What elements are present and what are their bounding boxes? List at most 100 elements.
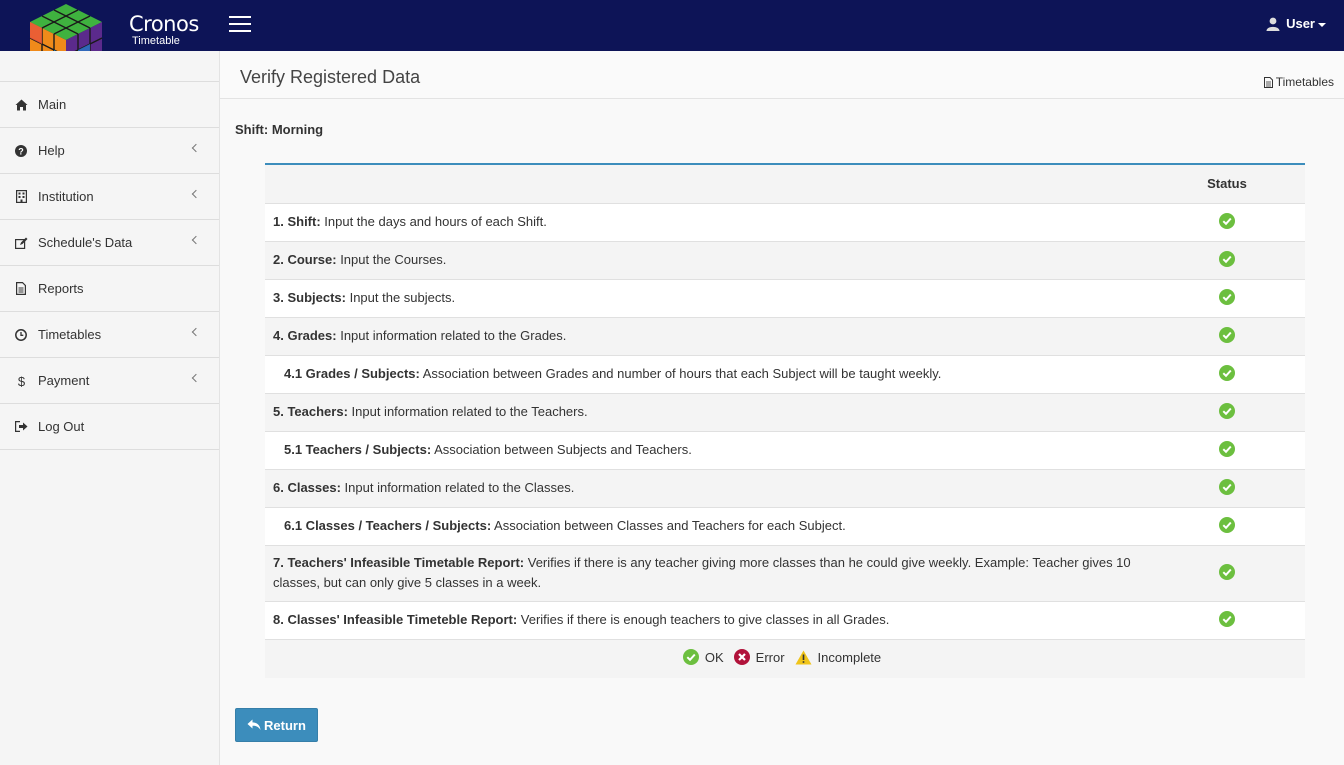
- row-title: 3. Subjects:: [273, 290, 346, 305]
- table-row: 4.1 Grades / Subjects: Association betwe…: [265, 354, 1305, 393]
- table-row: 5.1 Teachers / Subjects: Association bet…: [265, 430, 1305, 469]
- row-description: 4. Grades: Input information related to …: [265, 316, 1149, 355]
- question-circle-icon: ?: [14, 144, 28, 158]
- row-text: Input the days and hours of each Shift.: [320, 214, 547, 229]
- row-description: 3. Subjects: Input the subjects.: [265, 278, 1149, 317]
- brand-subtitle: Timetable: [132, 35, 180, 47]
- row-description: 1. Shift: Input the days and hours of ea…: [265, 202, 1149, 241]
- check-circle-icon: [1219, 516, 1235, 533]
- table-row: 6. Classes: Input information related to…: [265, 468, 1305, 507]
- row-status: [1149, 278, 1305, 317]
- row-text: Input the subjects.: [345, 290, 456, 305]
- timetables-link[interactable]: Timetables: [1263, 75, 1334, 89]
- row-description: 5.1 Teachers / Subjects: Association bet…: [265, 430, 1149, 469]
- clock-icon: [14, 328, 28, 342]
- sidebar-item-help[interactable]: ? Help: [0, 128, 219, 174]
- row-description: 2. Course: Input the Courses.: [265, 240, 1149, 279]
- timetables-link-label: Timetables: [1275, 75, 1334, 89]
- row-description: 7. Teachers' Infeasible Timetable Report…: [265, 544, 1149, 601]
- legend-error: Error: [733, 649, 785, 666]
- table-row: 8. Classes' Infeasible Timeteble Report:…: [265, 600, 1305, 639]
- check-circle-icon: [682, 649, 699, 666]
- row-status: [1149, 430, 1305, 469]
- check-circle-icon: [1219, 478, 1235, 495]
- row-title: 6.1 Classes / Teachers / Subjects:: [284, 518, 492, 533]
- row-text: Association between Grades and number of…: [419, 366, 942, 381]
- chevron-left-icon: [191, 327, 201, 337]
- legend-ok: OK: [682, 649, 724, 666]
- sidebar-item-label: Main: [38, 97, 67, 112]
- verification-panel: Status 1. Shift: Input the days and hour…: [265, 163, 1305, 678]
- row-description: 5. Teachers: Input information related t…: [265, 392, 1149, 431]
- shift-label: Shift: Morning: [235, 122, 324, 137]
- svg-text:$: $: [17, 374, 25, 388]
- sidebar-item-label: Help: [38, 143, 65, 158]
- dollar-icon: $: [14, 374, 28, 388]
- check-circle-icon: [1219, 563, 1235, 580]
- check-circle-icon: [1219, 250, 1235, 267]
- check-circle-icon: [1219, 364, 1235, 381]
- reply-icon: [247, 719, 261, 730]
- error-circle-icon: [733, 649, 750, 666]
- sidebar-item-label: Schedule's Data: [38, 235, 133, 250]
- sidebar-item-log-out[interactable]: Log Out: [0, 404, 219, 450]
- chevron-left-icon: [191, 373, 201, 383]
- check-circle-icon: [1219, 402, 1235, 419]
- sidebar: Main ? Help Institution Schedule's Data …: [0, 51, 220, 765]
- brand-name: Cronos: [129, 12, 199, 36]
- sidebar-item-label: Payment: [38, 373, 90, 388]
- row-description: 8. Classes' Infeasible Timeteble Report:…: [265, 600, 1149, 639]
- sidebar-item-label: Timetables: [38, 327, 102, 342]
- row-text: Verifies if there is enough teachers to …: [517, 612, 890, 627]
- warning-icon: [795, 650, 812, 665]
- status-column-header: Status: [1149, 165, 1305, 203]
- user-menu-label: User: [1286, 16, 1315, 31]
- page-title: Verify Registered Data: [240, 67, 421, 87]
- user-menu[interactable]: User: [1266, 16, 1326, 31]
- row-description: 6.1 Classes / Teachers / Subjects: Assoc…: [265, 506, 1149, 545]
- sidebar-item-institution[interactable]: Institution: [0, 174, 219, 220]
- row-text: Association between Classes and Teachers…: [491, 518, 846, 533]
- row-status: [1149, 316, 1305, 355]
- home-icon: [14, 98, 28, 112]
- sidebar-item-label: Institution: [38, 189, 94, 204]
- caret-down-icon: [1318, 22, 1326, 27]
- row-text: Input the Courses.: [336, 252, 447, 267]
- row-description: 4.1 Grades / Subjects: Association betwe…: [265, 354, 1149, 393]
- table-row: 3. Subjects: Input the subjects.: [265, 278, 1305, 317]
- row-status: [1149, 506, 1305, 545]
- sidebar-item-payment[interactable]: $ Payment: [0, 358, 219, 404]
- sidebar-item-timetables[interactable]: Timetables: [0, 312, 219, 358]
- row-title: 1. Shift:: [273, 214, 321, 229]
- sidebar-item-main[interactable]: Main: [0, 82, 219, 128]
- row-status: [1149, 468, 1305, 507]
- sidebar-item-label: Reports: [38, 281, 84, 296]
- sidebar-item-reports[interactable]: Reports: [0, 266, 219, 312]
- description-column-header: [265, 165, 1149, 203]
- row-status: [1149, 392, 1305, 431]
- check-circle-icon: [1219, 440, 1235, 457]
- chevron-left-icon: [191, 235, 201, 245]
- row-status: [1149, 202, 1305, 241]
- legend-ok-label: OK: [704, 649, 724, 665]
- check-circle-icon: [1219, 610, 1235, 627]
- return-button[interactable]: Return: [235, 708, 318, 742]
- page-header: Verify Registered Data Timetables: [220, 51, 1344, 99]
- svg-text:?: ?: [18, 146, 24, 156]
- building-icon: [14, 190, 28, 204]
- legend-incomplete: Incomplete: [795, 649, 882, 665]
- row-text: Association between Subjects and Teacher…: [431, 442, 692, 457]
- table-row: 2. Course: Input the Courses.: [265, 240, 1305, 279]
- hamburger-menu-button[interactable]: [229, 16, 255, 36]
- verification-table: Status 1. Shift: Input the days and hour…: [265, 165, 1305, 678]
- file-text-icon: [14, 282, 28, 296]
- legend-incomplete-label: Incomplete: [817, 649, 882, 665]
- row-text: Input information related to the Classes…: [340, 480, 575, 495]
- chevron-left-icon: [191, 143, 201, 153]
- row-status: [1149, 600, 1305, 639]
- sidebar-item-schedules-data[interactable]: Schedule's Data: [0, 220, 219, 266]
- table-row: 6.1 Classes / Teachers / Subjects: Assoc…: [265, 506, 1305, 545]
- sidebar-item-label: Log Out: [38, 419, 85, 434]
- row-title: 4.1 Grades / Subjects:: [284, 366, 420, 381]
- row-title: 4. Grades:: [273, 328, 337, 343]
